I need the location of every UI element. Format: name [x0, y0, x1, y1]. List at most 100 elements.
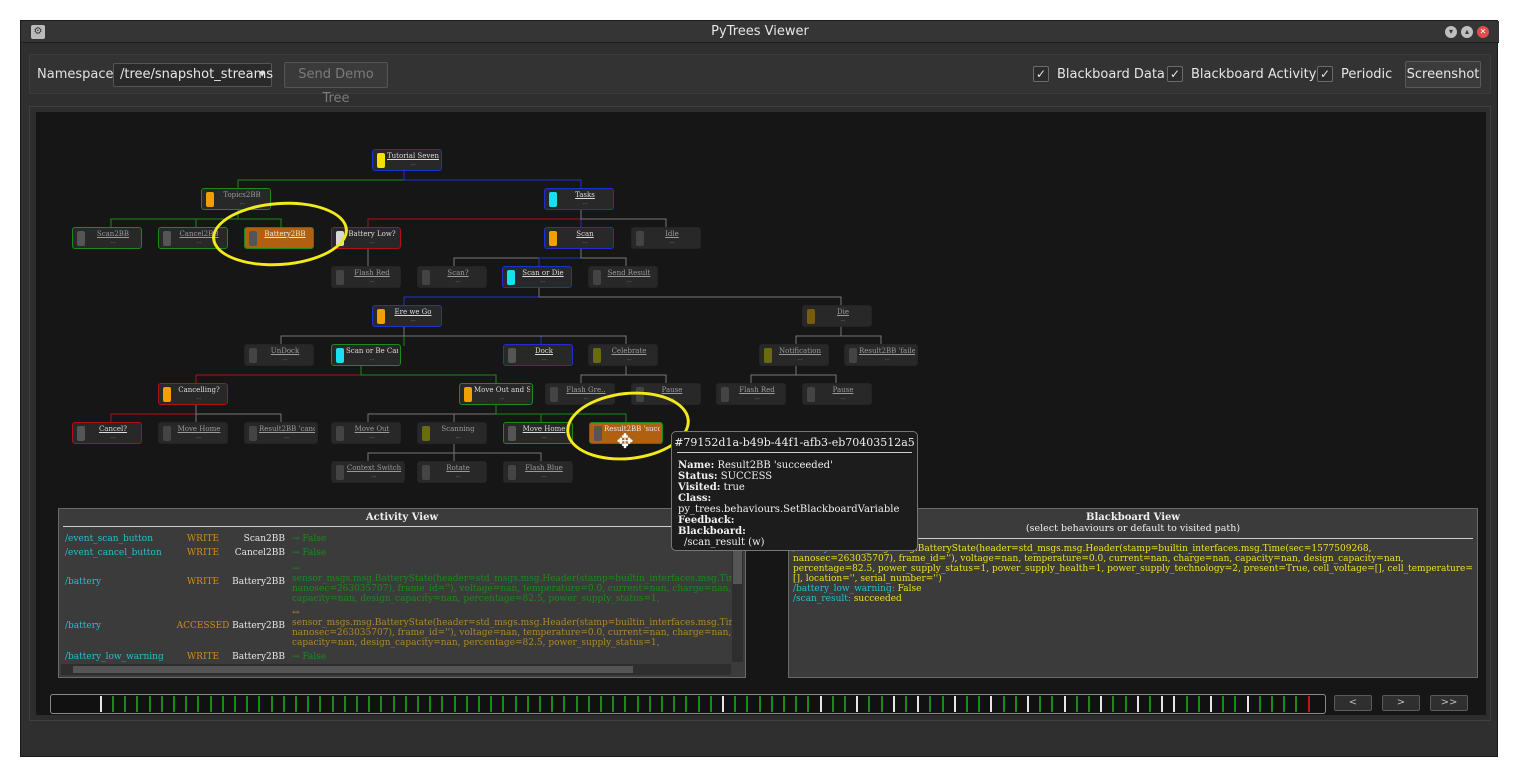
tree-node[interactable]: Context Switch -- — [331, 461, 405, 483]
activity-view[interactable]: Activity View /event_scan_button WRITE S… — [58, 508, 746, 678]
timeline-tick[interactable] — [1307, 696, 1310, 712]
timeline-tick[interactable] — [246, 696, 249, 712]
timeline-tick[interactable] — [819, 696, 822, 712]
timeline-tick[interactable] — [173, 696, 175, 712]
tree-node[interactable]: Move Out and Sc..-- — [459, 383, 533, 405]
close-icon[interactable]: ✕ — [1477, 26, 1489, 38]
timeline-tick[interactable] — [1039, 696, 1042, 712]
timeline-tick[interactable] — [734, 696, 737, 712]
timeline-tick[interactable] — [600, 696, 602, 712]
timeline-tick[interactable] — [429, 696, 432, 712]
timeline-tick[interactable] — [1271, 696, 1273, 712]
timeline-tick[interactable] — [441, 696, 444, 712]
timeline-tick[interactable] — [380, 696, 383, 712]
timeline-tick[interactable] — [905, 696, 907, 712]
timeline-tick[interactable] — [575, 696, 578, 712]
timeline-tick[interactable] — [758, 696, 761, 712]
timeline-tick[interactable] — [319, 696, 322, 712]
tree-node[interactable]: Scan or Die -- — [502, 266, 572, 288]
tree-node[interactable]: Result2BB 'cance..-- — [244, 422, 318, 444]
timeline-tick[interactable] — [953, 696, 956, 712]
timeline-tick[interactable] — [978, 696, 981, 712]
timeline-tick[interactable] — [941, 696, 944, 712]
tree-node[interactable]: Send Result -- — [588, 266, 658, 288]
timeline-tick[interactable] — [1283, 696, 1286, 712]
timeline-tick[interactable] — [648, 696, 651, 712]
timeline-tick[interactable] — [746, 696, 749, 712]
tree-node[interactable]: Die -- — [802, 305, 872, 327]
timeline-tick[interactable] — [1088, 696, 1090, 712]
tree-canvas[interactable]: Tutorial Seven -- Topics2BB -- Tasks -- Sca… — [36, 112, 1486, 715]
minimize-icon[interactable]: ▾ — [1445, 26, 1457, 38]
timeline-tick[interactable] — [990, 696, 993, 712]
timeline-tick[interactable] — [697, 696, 700, 712]
timeline-tick[interactable] — [124, 696, 127, 712]
timeline-tick[interactable] — [831, 696, 834, 712]
tree-node[interactable]: Move Home -- — [503, 422, 573, 444]
tree-node[interactable]: Move Home -- — [158, 422, 228, 444]
timeline-tick[interactable] — [1063, 696, 1066, 712]
timeline-tick[interactable] — [392, 696, 395, 712]
tree-node[interactable]: Tasks -- — [544, 188, 614, 210]
timeline-tick[interactable] — [929, 696, 932, 712]
timeline-tick[interactable] — [1075, 696, 1078, 712]
timeline-tick[interactable] — [1295, 696, 1298, 712]
timeline-tick[interactable] — [709, 696, 712, 712]
scrollbar-thumb[interactable] — [73, 666, 633, 673]
timeline-tick[interactable] — [1197, 696, 1200, 712]
timeline-tick[interactable] — [880, 696, 883, 712]
timeline-tick[interactable] — [770, 696, 773, 712]
timeline-tick[interactable] — [453, 696, 456, 712]
timeline-tick[interactable] — [1002, 696, 1005, 712]
timeline-tick[interactable] — [234, 696, 236, 712]
timeline-tick[interactable] — [343, 696, 346, 712]
timeline-tick[interactable] — [1014, 696, 1017, 712]
tree-node[interactable]: Scan? -- — [417, 266, 487, 288]
timeline-tick[interactable] — [807, 696, 810, 712]
tree-node[interactable]: Idle -- — [631, 227, 701, 249]
timeline-tick[interactable] — [1222, 696, 1225, 712]
tree-node[interactable]: Scan -- — [544, 227, 614, 249]
timeline-tick[interactable] — [612, 696, 615, 712]
timeline-tick[interactable] — [490, 696, 493, 712]
timeline-tick[interactable] — [1234, 696, 1237, 712]
timeline-tick[interactable] — [270, 696, 273, 712]
tree-node[interactable]: Rotate -- — [417, 461, 487, 483]
timeline-tick[interactable] — [587, 696, 590, 712]
timeline-tick[interactable] — [1124, 696, 1127, 712]
timeline-tick[interactable] — [258, 696, 261, 712]
next-button[interactable]: > — [1382, 695, 1420, 711]
tree-node[interactable]: Result2BB 'failed'-- — [844, 344, 918, 366]
timeline-tick[interactable] — [868, 696, 871, 712]
timeline-tick[interactable] — [966, 696, 968, 712]
timeline-tick[interactable] — [539, 696, 541, 712]
tree-node[interactable]: Scanning -- — [417, 422, 487, 444]
timeline-tick[interactable] — [185, 696, 188, 712]
timeline-tick[interactable] — [624, 696, 627, 712]
timeline-tick[interactable] — [148, 696, 151, 712]
tree-node[interactable]: Scan or Be Cance..-- — [331, 344, 401, 366]
timeline-tick[interactable] — [209, 696, 212, 712]
timeline-tick[interactable] — [856, 696, 859, 712]
timeline-tick[interactable] — [368, 696, 371, 712]
timeline-tick[interactable] — [160, 696, 163, 712]
timeline-tick[interactable] — [197, 696, 200, 712]
timeline-tick[interactable] — [502, 696, 505, 712]
timeline-tick[interactable] — [1173, 696, 1176, 712]
timeline-tick[interactable] — [917, 696, 920, 712]
timeline-tick[interactable] — [844, 696, 846, 712]
timeline-tick[interactable] — [1027, 696, 1029, 712]
timeline-tick[interactable] — [417, 696, 419, 712]
timeline-tick[interactable] — [112, 696, 114, 712]
timeline-tick[interactable] — [331, 696, 334, 712]
timeline-tick[interactable] — [722, 696, 724, 712]
tree-node[interactable]: Move Out -- — [331, 422, 401, 444]
last-button[interactable]: >> — [1430, 695, 1468, 711]
timeline-tick[interactable] — [307, 696, 310, 712]
timeline-tick[interactable] — [673, 696, 676, 712]
namespace-select[interactable]: /tree/snapshot_streams ▾ — [113, 63, 273, 87]
timeline-tick[interactable] — [1210, 696, 1212, 712]
timeline-tick[interactable] — [1246, 696, 1249, 712]
timeline-tick[interactable] — [1112, 696, 1115, 712]
screenshot-button[interactable]: Screenshot — [1405, 61, 1481, 88]
